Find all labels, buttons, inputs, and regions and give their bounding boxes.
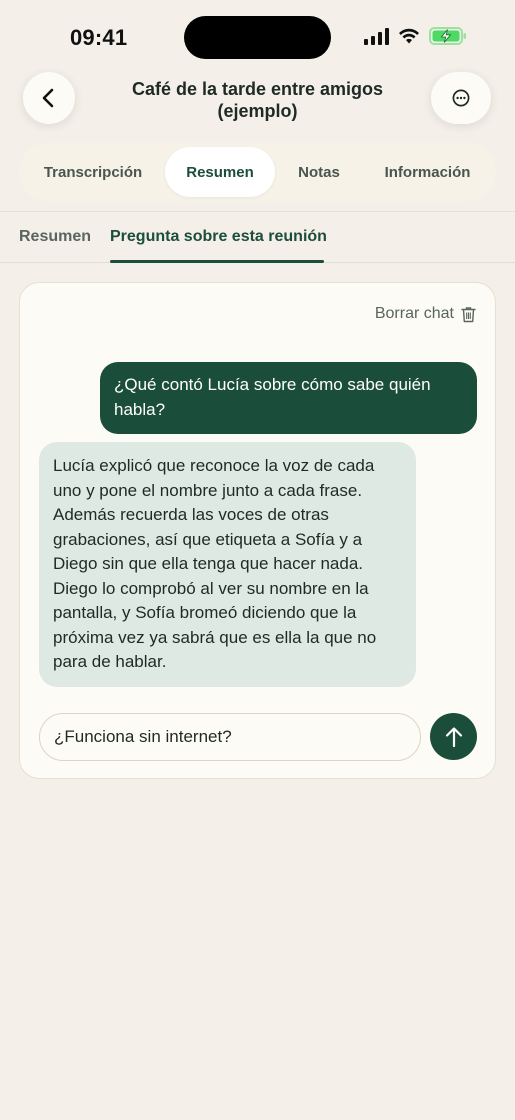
subtab-pregunta[interactable]: Pregunta sobre esta reunión [110,228,327,246]
battery-charging-icon [429,27,466,45]
clear-chat-button[interactable]: Borrar chat [375,305,476,323]
signal-icon [364,27,389,45]
page-title: Café de la tarde entre amigos (ejemplo) [110,78,405,122]
tab-informacion[interactable]: Información [369,147,486,197]
trash-icon [461,306,476,322]
more-circle-icon [452,89,470,107]
user-message: ¿Qué contó Lucía sobre cómo sabe quién h… [100,362,477,434]
dynamic-island [184,16,331,59]
status-time: 09:41 [70,25,128,50]
sub-tabs: Resumen Pregunta sobre esta reunión [0,212,515,263]
page-title-line1: Café de la tarde entre amigos [131,79,384,99]
chat-card: Borrar chat ¿Qué contó Lucía sobre cómo … [19,282,496,779]
active-subtab-indicator [110,260,324,263]
subtab-resumen[interactable]: Resumen [19,228,91,246]
clear-chat-label: Borrar chat [374,305,454,322]
arrow-up-icon [445,726,462,747]
tab-resumen[interactable]: Resumen [165,147,275,197]
assistant-message: Lucía explicó que reconoce la voz de cad… [39,442,416,687]
status-icons [364,26,467,46]
main-tabs: Transcripción Resumen Notas Información [19,143,496,201]
chevron-left-icon [42,88,54,108]
tab-notas[interactable]: Notas [281,147,357,197]
header: Café de la tarde entre amigos (ejemplo) [0,72,515,128]
wifi-icon [399,28,419,44]
status-bar: 09:41 [0,0,515,60]
page-title-line2: (ejemplo) [217,101,298,121]
tab-transcripcion[interactable]: Transcripción [25,147,161,197]
back-button[interactable] [23,72,75,124]
chat-input[interactable]: ¿Funciona sin internet? [39,713,421,761]
chat-input-value: ¿Funciona sin internet? [54,727,232,746]
send-button[interactable] [430,713,477,760]
more-options-button[interactable] [431,72,491,124]
